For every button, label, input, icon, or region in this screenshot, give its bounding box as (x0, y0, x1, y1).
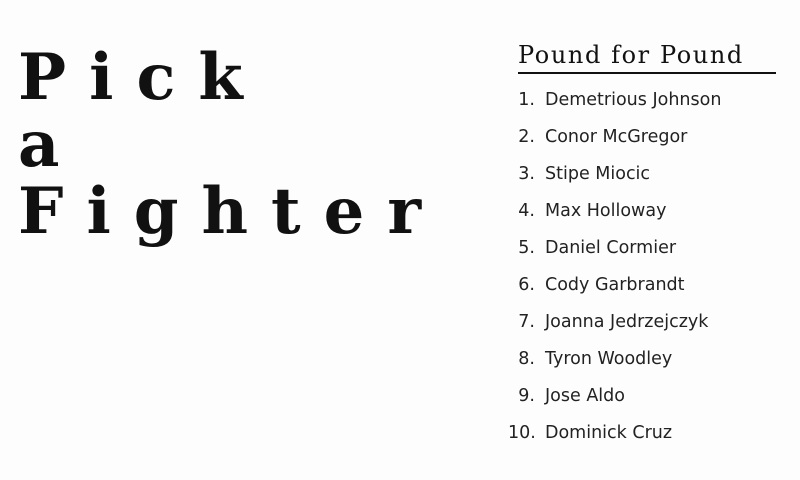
ranking-item[interactable]: 10. Dominick Cruz (508, 415, 778, 452)
ranking-number: 8. (518, 349, 535, 369)
ranking-item[interactable]: 8. Tyron Woodley (518, 341, 778, 378)
ranking-number: 3. (518, 164, 535, 184)
ranking-item[interactable]: 2. Conor McGregor (518, 119, 778, 156)
fighter-name: Max Holloway (545, 201, 667, 221)
ranking-item[interactable]: 1. Demetrious Johnson (518, 82, 778, 119)
fighter-name: Jose Aldo (545, 386, 625, 406)
ranking-item[interactable]: 9. Jose Aldo (518, 378, 778, 415)
fighter-name: Stipe Miocic (545, 164, 651, 184)
ranking-number: 7. (518, 312, 535, 332)
ranking-number: 4. (518, 201, 535, 221)
hero-heading: Pick a Fighter (18, 44, 458, 245)
fighter-name: Demetrious Johnson (545, 90, 722, 110)
hero-line-2: a (18, 107, 83, 182)
ranking-number: 10. (508, 423, 536, 443)
rankings-list: 1. Demetrious Johnson 2. Conor McGregor … (508, 82, 778, 452)
hero-line-3: Fighter (18, 174, 445, 249)
page: Pick a Fighter Pound for Pound 1. Demetr… (0, 0, 800, 480)
ranking-number: 6. (518, 275, 535, 295)
ranking-number: 1. (518, 90, 535, 110)
ranking-item[interactable]: 3. Stipe Miocic (518, 156, 778, 193)
rankings-title: Pound for Pound (518, 40, 776, 74)
ranking-number: 5. (518, 238, 535, 258)
fighter-name: Daniel Cormier (545, 238, 677, 258)
fighter-name: Joanna Jedrzejczyk (545, 312, 709, 332)
ranking-number: 9. (518, 386, 535, 406)
hero-line-1: Pick (18, 40, 266, 115)
fighter-name: Tyron Woodley (545, 349, 673, 369)
ranking-item[interactable]: 4. Max Holloway (518, 193, 778, 230)
ranking-item[interactable]: 6. Cody Garbrandt (518, 267, 778, 304)
fighter-name: Cody Garbrandt (545, 275, 685, 295)
ranking-item[interactable]: 5. Daniel Cormier (518, 230, 778, 267)
fighter-name: Dominick Cruz (545, 423, 673, 443)
rankings-panel: Pound for Pound 1. Demetrious Johnson 2.… (508, 40, 778, 452)
ranking-item[interactable]: 7. Joanna Jedrzejczyk (518, 304, 778, 341)
ranking-number: 2. (518, 127, 535, 147)
fighter-name: Conor McGregor (545, 127, 688, 147)
